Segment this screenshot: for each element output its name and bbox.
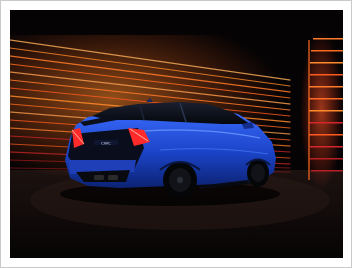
car-scene: CIVIC: [10, 10, 343, 258]
badge-text: CIVIC: [101, 141, 111, 145]
image-frame: CIVIC: [0, 0, 352, 268]
car-photo: CIVIC: [10, 10, 343, 258]
